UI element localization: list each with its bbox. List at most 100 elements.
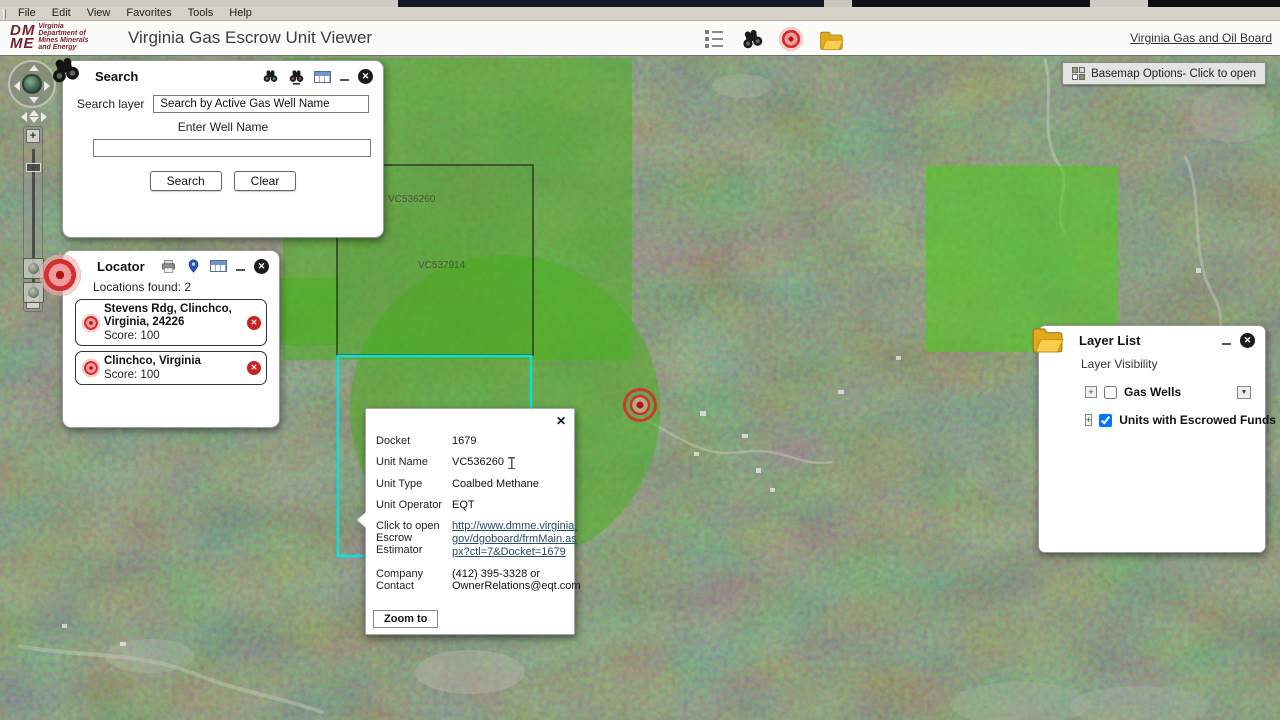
field-label: Unit Type (376, 478, 452, 490)
layer-list-panel: Layer List ✕ Layer Visibility + Gas Well… (1038, 325, 1266, 553)
toolbar-grip (3, 9, 6, 19)
nudge-left-icon[interactable] (21, 112, 27, 122)
layer-row-escrowed-units: + Units with Escrowed Funds ▼ (1085, 413, 1251, 427)
locator-results-table-icon[interactable] (210, 260, 227, 272)
zoom-to-button[interactable]: Zoom to (373, 610, 438, 628)
field-label: Docket (376, 435, 452, 447)
search-button[interactable]: Search (150, 171, 222, 191)
search-panel-titlebar[interactable]: Search ✕ (63, 61, 383, 87)
nudge-down-icon[interactable] (29, 117, 39, 123)
locator-close-icon[interactable]: ✕ (254, 259, 269, 274)
gas-wells-checkbox[interactable] (1104, 386, 1117, 399)
menu-help[interactable]: Help (221, 7, 260, 20)
result-name: Stevens Rdg, Clinchco, Virginia, 24226 (104, 303, 244, 329)
field-value: 1679 (452, 435, 581, 447)
locator-panel-title: Locator (97, 259, 145, 274)
layer-label: Gas Wells (1124, 385, 1230, 399)
field-value: EQT (452, 499, 581, 511)
search-refresh-icon[interactable] (262, 68, 279, 85)
unit-label: VC537914 (418, 260, 466, 271)
layer-panel-titlebar[interactable]: Layer List ✕ (1039, 326, 1265, 350)
escrow-estimator-link[interactable]: http://www.dmme.virginia.gov/dgoboard/fr… (452, 520, 581, 559)
locator-panel: Locator ✕ Locations found: 2 (62, 250, 280, 428)
locations-found-status: Locations found: 2 (93, 280, 279, 294)
layer-label: Units with Escrowed Funds (1119, 413, 1276, 427)
search-clear-graphics-icon[interactable] (288, 68, 305, 85)
popup-tail (357, 512, 366, 528)
menu-file[interactable]: File (10, 7, 44, 20)
basemap-grid-icon (1072, 67, 1085, 80)
locator-tool-icon[interactable] (779, 27, 803, 51)
popup-close-icon[interactable]: ✕ (556, 414, 566, 428)
result-target-icon (82, 314, 100, 332)
company-contact-label: Company Contact (376, 568, 452, 592)
dmme-logo: DMME Virginia Department of Mines Minera… (10, 23, 89, 51)
locator-result-item[interactable]: Stevens Rdg, Clinchco, Virginia, 24226 S… (75, 299, 267, 346)
gas-oil-board-link[interactable]: Virginia Gas and Oil Board (1130, 31, 1272, 45)
pan-west-icon[interactable] (14, 81, 20, 91)
search-close-icon[interactable]: ✕ (358, 69, 373, 84)
field-label: Unit Operator (376, 499, 452, 511)
menu-favorites[interactable]: Favorites (118, 7, 179, 20)
locator-minimize-icon[interactable] (236, 260, 245, 273)
pan-south-icon[interactable] (29, 97, 39, 103)
result-score: Score: 100 (104, 369, 244, 381)
basemap-options-label: Basemap Options- Click to open (1091, 68, 1256, 80)
zoom-handle[interactable] (26, 163, 41, 172)
zoom-in-button[interactable]: + (26, 129, 40, 143)
search-results-table-icon[interactable] (314, 71, 331, 83)
field-label: Unit Name (376, 456, 452, 469)
nudge-right-icon[interactable] (41, 112, 47, 122)
result-score: Score: 100 (104, 330, 244, 342)
nudge-pad[interactable] (19, 109, 49, 124)
map-canvas[interactable]: VC536260 VC537914 + − (0, 56, 1280, 720)
pan-east-icon[interactable] (44, 81, 50, 91)
layer-panel-title: Layer List (1079, 333, 1140, 348)
dmme-logo-letters: DMME (10, 24, 35, 50)
search-panel: Search ✕ Search layer Search by Active G… (62, 60, 384, 238)
menu-edit[interactable]: Edit (44, 7, 79, 20)
layer-row-gas-wells: + Gas Wells ▼ (1085, 385, 1251, 399)
search-layer-select[interactable]: Search by Active Gas Well Name (153, 95, 369, 113)
search-tool-icon[interactable] (740, 27, 764, 51)
result-target-icon (82, 359, 100, 377)
remove-result-icon[interactable]: ✕ (247, 316, 261, 330)
search-panel-title: Search (95, 69, 138, 84)
locator-panel-corner-target-icon[interactable] (39, 254, 81, 296)
layer-minimize-icon[interactable] (1222, 334, 1231, 347)
locator-panel-titlebar[interactable]: Locator ✕ (63, 251, 279, 276)
menu-bar: File Edit View Favorites Tools Help (0, 7, 1280, 21)
menu-tools[interactable]: Tools (180, 7, 222, 20)
well-name-label: Enter Well Name (63, 120, 383, 134)
layer-panel-corner-folder-icon[interactable] (1029, 322, 1065, 354)
clear-button[interactable]: Clear (234, 171, 297, 191)
basemap-options-button[interactable]: Basemap Options- Click to open (1062, 62, 1266, 85)
field-value: VC536260 (452, 456, 581, 469)
layer-options-icon[interactable]: ▼ (1237, 386, 1251, 399)
escrow-estimator-label: Click to open Escrow Estimator (376, 520, 452, 559)
app-header: DMME Virginia Department of Mines Minera… (0, 21, 1280, 56)
layer-visibility-label: Layer Visibility (1081, 357, 1265, 371)
search-layer-label: Search layer (77, 97, 144, 111)
page-title: Virginia Gas Escrow Unit Viewer (128, 28, 372, 48)
company-contact-value: (412) 395-3328 or OwnerRelations@eqt.com (452, 568, 581, 592)
print-icon[interactable] (160, 259, 177, 274)
remove-result-icon[interactable]: ✕ (247, 361, 261, 375)
layer-close-icon[interactable]: ✕ (1240, 333, 1255, 348)
menu-view[interactable]: View (79, 7, 119, 20)
feature-popup: ✕ Docket 1679 Unit Name VC536260 Unit Ty… (365, 408, 575, 635)
search-minimize-icon[interactable] (340, 70, 349, 83)
pan-north-icon[interactable] (29, 65, 39, 71)
well-name-input[interactable] (93, 139, 371, 157)
escrowed-units-checkbox[interactable] (1099, 414, 1112, 427)
result-name: Clinchco, Virginia (104, 355, 244, 368)
pushpin-icon[interactable] (186, 258, 201, 274)
legend-tool-icon[interactable] (705, 29, 725, 49)
locator-result-item[interactable]: Clinchco, Virginia Score: 100 ✕ (75, 351, 267, 385)
expand-layer-icon[interactable]: + (1085, 414, 1092, 426)
layer-list-tool-icon[interactable] (818, 27, 844, 51)
text-cursor-icon (508, 457, 515, 469)
expand-layer-icon[interactable]: + (1085, 386, 1097, 398)
globe-icon[interactable] (22, 74, 42, 94)
nudge-up-icon[interactable] (29, 110, 39, 116)
